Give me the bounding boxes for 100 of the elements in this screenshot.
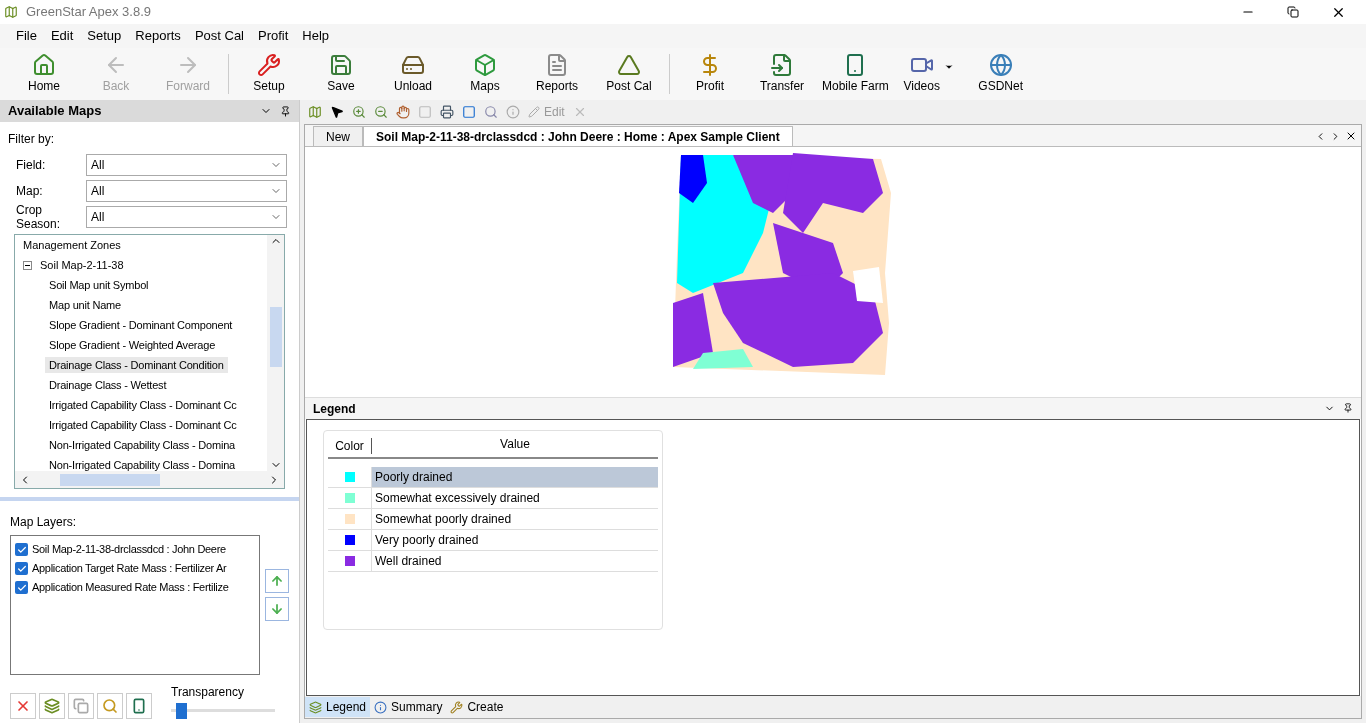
toolbar-button[interactable]: Setup <box>233 50 305 98</box>
legend-value: Somewhat poorly drained <box>374 511 512 528</box>
printer-icon[interactable] <box>440 105 454 119</box>
vertical-scrollbar[interactable] <box>267 235 284 471</box>
tree-item[interactable]: Soil Map unit Symbol <box>45 276 153 294</box>
scroll-thumb[interactable] <box>269 307 282 367</box>
collapse-toggle[interactable] <box>23 260 32 270</box>
legend-row[interactable]: Well drained <box>328 551 658 572</box>
restore-icon[interactable] <box>1287 6 1299 18</box>
layer-name[interactable]: Application Measured Rate Mass : Fertilize <box>32 579 229 596</box>
panel-title: Available Maps <box>8 102 102 121</box>
column-header: Value <box>499 436 531 453</box>
drive-icon <box>401 53 425 77</box>
magnifier-icon <box>102 698 118 714</box>
toolbar-button[interactable]: Maps <box>449 50 521 98</box>
layer-checkbox[interactable] <box>15 581 28 594</box>
close-icon[interactable] <box>1345 130 1357 142</box>
toolbar-button[interactable]: Mobile Farm <box>818 50 893 98</box>
menu-item[interactable]: Profit <box>258 26 289 46</box>
move-down-button[interactable] <box>265 597 289 621</box>
legend-value: Well drained <box>374 553 442 570</box>
transparency-label: Transparency <box>171 684 245 701</box>
filter-dropdown[interactable]: All <box>86 180 287 202</box>
legend-row[interactable]: Somewhat poorly drained <box>328 509 658 530</box>
tree-item[interactable]: Management Zones <box>19 236 125 254</box>
legend-row[interactable]: Very poorly drained <box>328 530 658 551</box>
layer-name[interactable]: Application Target Rate Mass : Fertilizer Ar <box>32 560 227 577</box>
move-up-button[interactable] <box>265 569 289 593</box>
tree-item[interactable]: Non-Irrigated Capability Class - Domina <box>45 436 239 454</box>
document-tab[interactable]: Soil Map-2-11-38-drclassdcd : John Deere : Home : Apex Sample Client <box>363 126 793 146</box>
filter-label: Field: <box>16 158 47 172</box>
toolbar-button[interactable]: Post Cal <box>593 50 665 98</box>
slider-thumb[interactable] <box>176 703 188 719</box>
pin-icon[interactable] <box>1343 403 1353 413</box>
filter-label: Map: <box>16 184 44 198</box>
tree-item[interactable]: Non-Irrigated Capability Class - Domina <box>45 456 239 471</box>
legend-row[interactable]: Poorly drained <box>328 467 658 488</box>
phone-icon <box>131 698 147 714</box>
zoom-in-icon[interactable] <box>352 105 366 119</box>
pointer-icon[interactable] <box>330 105 344 119</box>
legend-value: Very poorly drained <box>374 532 479 549</box>
filter-label: Crop Season: <box>16 203 62 231</box>
hand-icon[interactable] <box>396 105 410 119</box>
tree-item[interactable]: Slope Gradient - Dominant Component <box>45 316 237 334</box>
legend-row[interactable]: Somewhat excessively drained <box>328 488 658 509</box>
panel-tab[interactable]: Create <box>446 697 508 717</box>
layers-button[interactable] <box>39 693 65 719</box>
toolbar-button[interactable]: Save <box>305 50 377 98</box>
info-icon <box>374 700 388 714</box>
legend-value: Poorly drained <box>374 469 453 486</box>
toolbar-button[interactable]: Reports <box>521 50 593 98</box>
horizontal-scrollbar[interactable] <box>15 471 284 488</box>
phone-button[interactable] <box>126 693 152 719</box>
menu-item[interactable]: Help <box>302 26 330 46</box>
layers-icon <box>309 700 322 714</box>
copy-button[interactable] <box>68 693 94 719</box>
window-icon[interactable] <box>462 105 476 119</box>
search-button[interactable] <box>97 693 123 719</box>
tree-item[interactable]: Slope Gradient - Weighted Average <box>45 336 220 354</box>
tree-item[interactable]: Soil Map-2-11-38 <box>36 256 128 274</box>
tree-item[interactable]: Irrigated Capability Class - Dominant Cc <box>45 396 241 414</box>
toolbar-button[interactable]: Videos <box>892 50 965 98</box>
menu-item[interactable]: Edit <box>50 26 74 46</box>
menu-item[interactable]: Reports <box>135 26 181 46</box>
tree-item[interactable]: Drainage Class - Wettest <box>45 376 171 394</box>
menu-item[interactable]: Post Cal <box>194 26 244 46</box>
scroll-thumb[interactable] <box>59 473 160 486</box>
layer-checkbox[interactable] <box>15 543 28 556</box>
tree-item[interactable]: Drainage Class - Dominant Condition <box>45 356 228 374</box>
legend-value: Somewhat excessively drained <box>374 490 540 507</box>
filter-dropdown[interactable]: All <box>86 206 287 228</box>
toolbar-button[interactable]: Profit <box>674 50 746 98</box>
map-icon[interactable] <box>308 105 322 119</box>
panel-tab[interactable]: Summary <box>370 697 447 717</box>
menu-item[interactable]: File <box>16 26 37 46</box>
filter-dropdown[interactable]: All <box>86 154 287 176</box>
toolbar-button[interactable]: Home <box>8 50 80 98</box>
layer-checkbox[interactable] <box>15 562 28 575</box>
app-logo-icon <box>4 5 18 19</box>
delete-button[interactable] <box>10 693 36 719</box>
layer-name[interactable]: Soil Map-2-11-38-drclassdcd : John Deere <box>32 541 226 558</box>
search-icon[interactable] <box>484 105 498 119</box>
toolbar-button[interactable]: GSDNet <box>964 50 1037 98</box>
map-layers-label: Map Layers: <box>10 514 78 531</box>
down-arrow-icon <box>270 602 284 616</box>
tree-item[interactable]: Irrigated Capability Class - Dominant Cc <box>45 416 241 434</box>
x-icon <box>15 698 31 714</box>
transparency-slider[interactable] <box>171 701 275 719</box>
toolbar-button[interactable]: Unload <box>377 50 449 98</box>
caret-icon <box>943 62 954 72</box>
document-tab[interactable]: New <box>313 126 363 146</box>
triangle-icon <box>617 53 641 77</box>
pin-icon[interactable] <box>280 105 291 117</box>
panel-tab[interactable]: Legend <box>305 697 371 717</box>
import-icon <box>770 53 794 77</box>
zoom-out-icon[interactable] <box>374 105 388 119</box>
info-icon[interactable] <box>506 105 520 119</box>
tree-item[interactable]: Map unit Name <box>45 296 125 314</box>
menu-item[interactable]: Setup <box>87 26 122 46</box>
toolbar-button[interactable]: Transfer <box>746 50 818 98</box>
